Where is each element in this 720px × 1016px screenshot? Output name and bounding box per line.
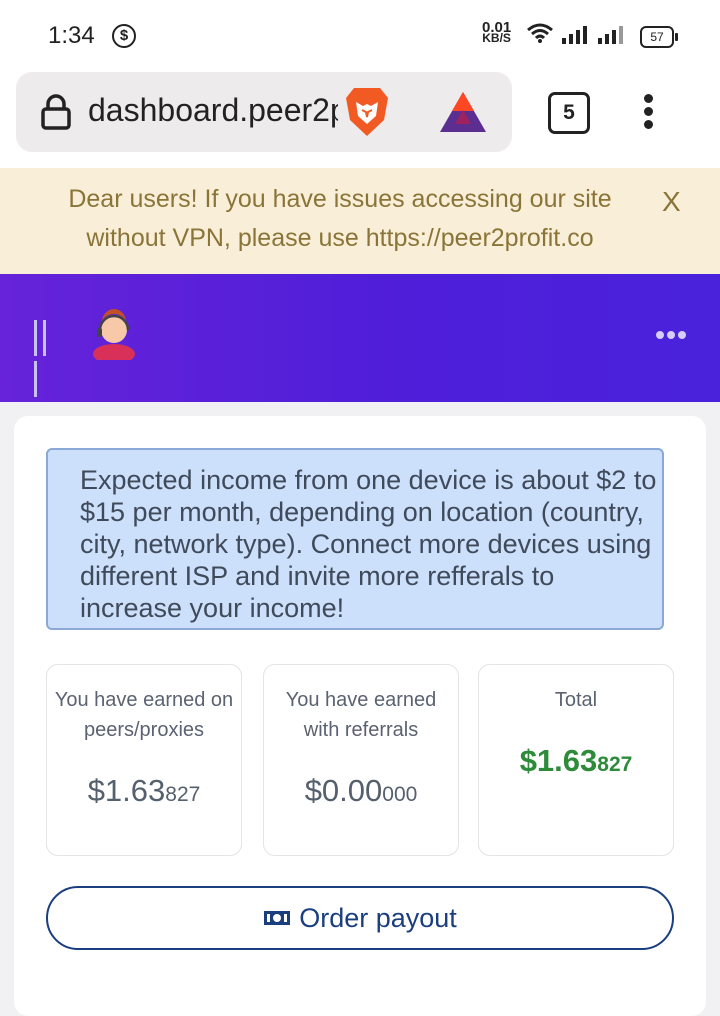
more-vertical-icon [643, 94, 653, 103]
signal-icon [598, 26, 623, 44]
income-info-box: Expected income from one device is about… [46, 448, 664, 630]
notice-text: Dear users! If you have issues accessing… [68, 185, 612, 252]
stat-label: You have earned with referrals [285, 689, 437, 741]
support-avatar-icon[interactable] [90, 308, 138, 360]
stat-total: Total $1.63827 [478, 664, 674, 856]
lock-icon [41, 94, 71, 130]
stat-value: $1.63827 [87, 773, 201, 808]
dot [643, 120, 653, 129]
status-time: 1:34 [48, 22, 95, 49]
browser-toolbar: dashboard.peer2profit.com 5 [0, 72, 720, 168]
bat-rewards-icon[interactable] [438, 90, 488, 134]
status-bar: 1:34 $ 0.01 KB/S 57 [0, 0, 720, 72]
network-speed-unit: KB/S [482, 31, 511, 45]
battery-icon: 57 [640, 26, 678, 48]
stat-label: You have earned on peers/proxies [54, 689, 234, 741]
address-bar[interactable]: dashboard.peer2profit.com [16, 72, 512, 152]
notice-close-button[interactable]: X [662, 186, 681, 218]
brave-lion-icon[interactable] [344, 86, 390, 138]
stat-referrals: You have earned with referrals $0.00000 [263, 664, 459, 856]
tab-switcher-button[interactable]: 5 [548, 92, 590, 134]
browser-menu-button[interactable] [636, 94, 660, 134]
stat-label: Total [554, 689, 598, 711]
dot [643, 107, 653, 116]
order-payout-button[interactable]: Order payout [46, 886, 674, 950]
wifi-icon [527, 23, 553, 43]
stat-peers-proxies: You have earned on peers/proxies $1.6382… [46, 664, 242, 856]
notice-banner: Dear users! If you have issues accessing… [0, 168, 720, 274]
earnings-card: Expected income from one device is about… [14, 416, 706, 1016]
header-more-button[interactable] [656, 326, 689, 344]
network-speed: 0.01 KB/S [482, 20, 511, 45]
cash-icon [264, 910, 291, 925]
stat-value: $0.00000 [304, 773, 418, 808]
stat-value-total: $1.63827 [519, 743, 633, 778]
menu-toggle-button[interactable] [34, 320, 60, 397]
url-text[interactable]: dashboard.peer2profit.com [88, 92, 338, 132]
dollar-icon: $ [112, 24, 136, 48]
more-horizontal-icon [656, 331, 664, 339]
order-payout-label: Order payout [299, 903, 457, 933]
app-header [0, 274, 720, 402]
signal-icon [562, 26, 587, 44]
